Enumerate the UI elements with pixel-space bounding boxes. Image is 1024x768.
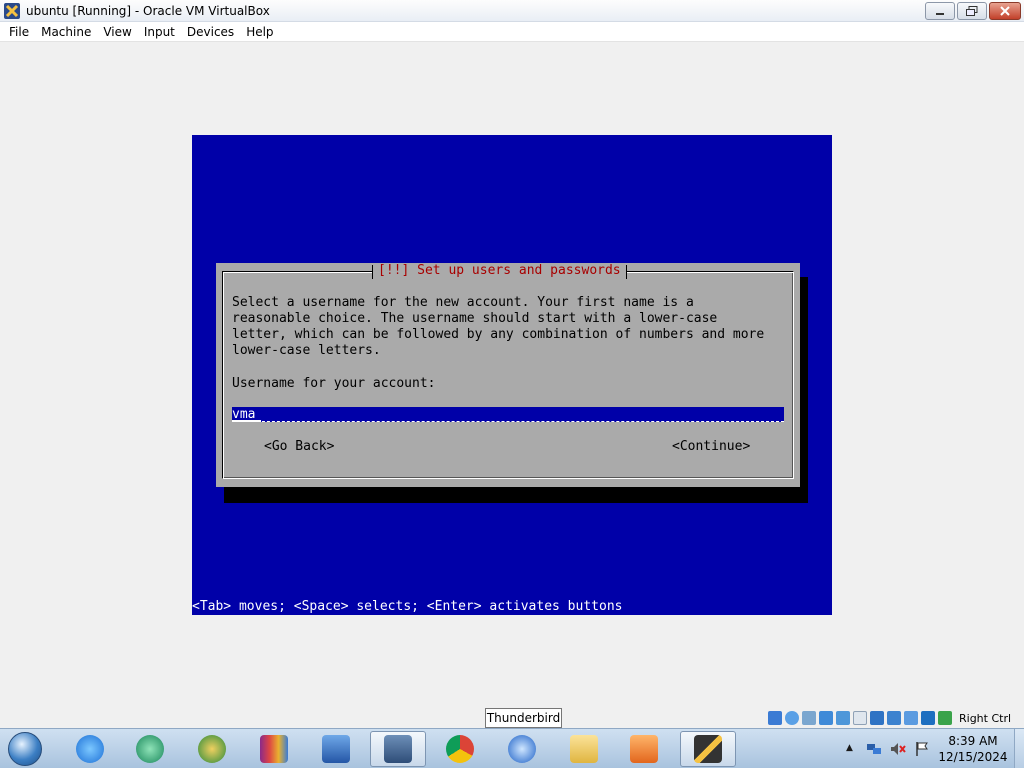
clock-date: 12/15/2024 [938,750,1008,764]
installer-dialog: [!!] Set up users and passwords Select a… [216,263,800,487]
shared-folders-icon[interactable] [853,711,867,725]
taskbar-file-explorer[interactable] [556,731,612,767]
video-capture-icon[interactable] [887,711,901,725]
winrar-icon [260,735,288,763]
windows-taskbar: ▲ 8:39 AM 12/15/2024 [0,728,1024,768]
mouse-integration-icon[interactable] [938,711,952,725]
continue-button[interactable]: <Continue> [672,439,750,454]
dialog-description: Select a username for the new account. Y… [232,295,765,358]
taskbar-virtualbox-vm[interactable] [680,731,736,767]
username-input[interactable]: vma [232,407,784,422]
clock-time: 8:39 AM [948,734,998,748]
username-label: Username for your account: [232,376,436,391]
minimize-button[interactable] [925,2,955,20]
taskbar-virtualbox[interactable] [370,731,426,767]
optical-drive-icon[interactable] [785,711,799,725]
menu-devices[interactable]: Devices [182,25,239,39]
keyboard-help-line: <Tab> moves; <Space> selects; <Enter> ac… [192,599,623,614]
cpu-icon[interactable] [904,711,918,725]
restore-button[interactable] [957,2,987,20]
volume-muted-icon[interactable] [890,741,906,757]
vm-display[interactable]: [!!] Set up users and passwords Select a… [192,135,832,615]
file-explorer-icon [570,735,598,763]
go-back-button[interactable]: <Go Back> [264,439,334,454]
taskbar-thunderbird[interactable] [494,731,550,767]
virtualbox-icon [4,3,20,19]
menu-input[interactable]: Input [139,25,180,39]
menu-bar: File Machine View Input Devices Help [0,22,1024,42]
taskbar-chrome[interactable] [432,731,488,767]
media-app-icon [136,735,164,763]
show-desktop-button[interactable] [1014,729,1024,768]
tray-expand-icon[interactable]: ▲ [846,743,853,753]
usb-icon[interactable] [836,711,850,725]
dialog-title: [!!] Set up users and passwords [372,263,627,279]
minimize-icon [936,13,944,15]
taskbar-tooltip: Thunderbird [485,708,562,728]
taskbar-network-globe[interactable] [184,731,240,767]
menu-view[interactable]: View [98,25,136,39]
host-key-label: Right Ctrl [959,711,1012,725]
thunderbird-icon [508,735,536,763]
display-icon[interactable] [870,711,884,725]
menu-help[interactable]: Help [241,25,278,39]
remote-desktop-icon [322,735,350,763]
menu-file[interactable]: File [4,25,34,39]
close-icon [1000,6,1010,16]
vbox-status-bar: Right Ctrl [768,709,1011,727]
network-globe-icon [198,735,226,763]
taskbar-winrar[interactable] [246,731,302,767]
taskbar-internet-explorer[interactable] [62,731,118,767]
chrome-icon [446,735,474,763]
virtualbox-vm-icon [694,735,722,763]
username-value: vma [232,407,262,422]
network-icon[interactable] [819,711,833,725]
windows-logo-icon [8,732,42,766]
virtualbox-icon [384,735,412,763]
window-titlebar[interactable]: ubuntu [Running] - Oracle VM VirtualBox [0,0,1024,22]
taskbar-remote-desktop[interactable] [308,731,364,767]
start-button[interactable] [3,731,47,767]
system-clock[interactable]: 8:39 AM 12/15/2024 [938,733,1008,765]
virtualization-icon[interactable] [921,711,935,725]
audio-icon[interactable] [802,711,816,725]
network-tray-icon[interactable] [866,741,882,757]
action-center-flag-icon[interactable] [914,741,930,757]
close-button[interactable] [989,2,1021,20]
menu-machine[interactable]: Machine [36,25,96,39]
media-player-icon [630,735,658,763]
taskbar-media-player[interactable] [616,731,672,767]
taskbar-media-app[interactable] [122,731,178,767]
window-title: ubuntu [Running] - Oracle VM VirtualBox [26,4,270,18]
internet-explorer-icon [76,735,104,763]
restore-icon [966,6,978,16]
hard-disk-icon[interactable] [768,711,782,725]
